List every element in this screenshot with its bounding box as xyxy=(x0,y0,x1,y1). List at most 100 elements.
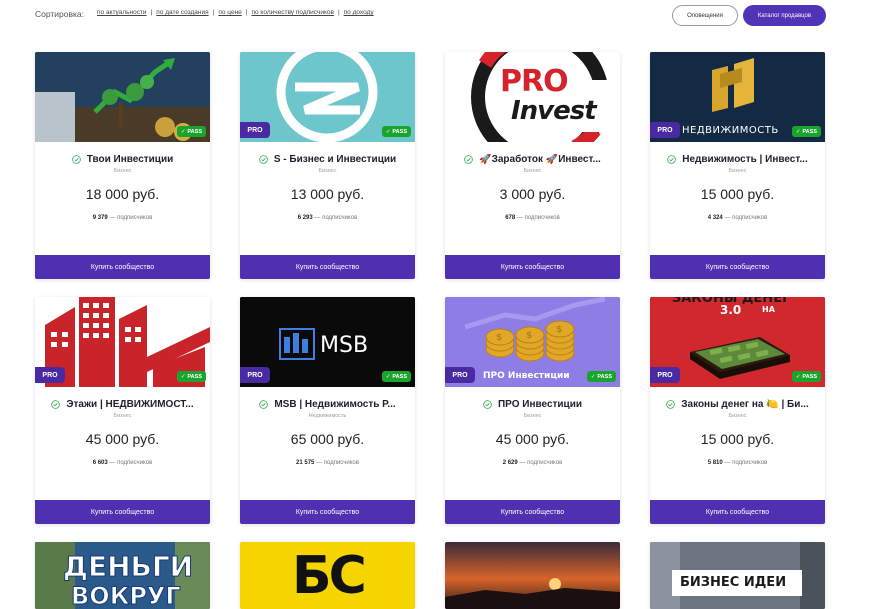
card-price: 15 000 руб. xyxy=(700,431,775,447)
card-subscribers: 678 — подписчиков xyxy=(505,215,560,221)
card-title[interactable]: Законы денег на 🍋 | Би... xyxy=(681,399,808,410)
community-card: $ $ $ ПРО Инвестиции PRO ✓ PASS ПРО Инвести… xyxy=(445,297,620,524)
pass-badge: ✓ PASS xyxy=(176,126,206,137)
card-category: Бизнес xyxy=(523,413,542,419)
community-card: НЕДВИЖИМОСТЬ PRO ✓ PASS Недвижимость | Ин… xyxy=(650,52,825,279)
verified-icon xyxy=(71,155,81,164)
verified-icon xyxy=(667,155,677,164)
card-category: Бизнес xyxy=(113,413,132,419)
check-icon: ✓ xyxy=(180,128,186,135)
card-title-row: Законы денег на 🍋 | Би... xyxy=(650,399,825,410)
community-card: PRO Invest 🚀Заработок 🚀Инвест... Бизнес … xyxy=(445,52,620,279)
pass-badge: ✓ PASS xyxy=(791,371,821,382)
card-category: Бизнес xyxy=(113,168,132,174)
card-category: Бизнес xyxy=(728,168,747,174)
card-subscribers: 2 629 — подписчиков xyxy=(502,460,563,466)
pro-badge: PRO xyxy=(240,367,270,383)
community-card: PRO ✓ PASS Этажи | НЕДВИЖИМОСТ... Бизнес … xyxy=(35,297,210,524)
svg-text:$: $ xyxy=(556,325,562,335)
card-title[interactable]: S - Бизнес и Инвестиции xyxy=(274,154,396,165)
pro-badge: PRO xyxy=(650,122,680,138)
card-subscribers: 6 603 — подписчиков xyxy=(92,460,153,466)
card-price: 18 000 руб. xyxy=(85,186,160,202)
pass-badge: ✓ PASS xyxy=(176,371,206,382)
sort-options: по актуальности | по дате создания | по … xyxy=(97,9,374,16)
card-title[interactable]: MSB | Недвижимость Р... xyxy=(274,399,395,410)
pro-badge: PRO xyxy=(35,367,65,383)
card-subscribers: 9 379 — подписчиков xyxy=(92,215,153,221)
logo-text: 3.0 xyxy=(720,303,742,317)
check-icon: ✓ xyxy=(795,128,801,135)
card-title[interactable]: ПРО Инвестиции xyxy=(498,399,582,410)
svg-text:$: $ xyxy=(496,333,502,343)
toolbar: Сортировка: по актуальности | по дате со… xyxy=(35,0,826,36)
community-card: PRO ✓ PASS S - Бизнес и Инвестиции Бизнес… xyxy=(240,52,415,279)
card-title-row: S - Бизнес и Инвестиции xyxy=(240,154,415,165)
logo-text: MSB xyxy=(320,333,369,358)
check-icon: ✓ xyxy=(180,373,186,380)
community-card: БС xyxy=(240,542,415,609)
logo-text: ПРО Инвестиции xyxy=(483,371,570,381)
card-image xyxy=(445,542,620,609)
logo-text: НА xyxy=(762,305,775,314)
sort-label: Сортировка: xyxy=(35,9,85,19)
sort-by-income[interactable]: по доходу xyxy=(344,9,374,16)
buy-community-button[interactable]: Купить сообщество xyxy=(445,500,620,524)
buy-community-button[interactable]: Купить сообщество xyxy=(35,255,210,279)
verified-icon xyxy=(51,400,61,409)
buy-community-button[interactable]: Купить сообщество xyxy=(650,500,825,524)
card-title-row: ПРО Инвестиции xyxy=(445,399,620,410)
separator: | xyxy=(150,9,153,16)
card-image: PRO Invest xyxy=(445,52,620,142)
card-title[interactable]: Недвижимость | Инвест... xyxy=(682,154,807,165)
card-subscribers: 6 293 — подписчиков xyxy=(297,215,358,221)
card-price: 45 000 руб. xyxy=(85,431,160,447)
separator: | xyxy=(337,9,340,16)
pass-badge: ✓ PASS xyxy=(381,371,411,382)
sort-by-date[interactable]: по дате создания xyxy=(156,9,208,16)
card-price: 15 000 руб. xyxy=(700,186,775,202)
pass-badge: ✓ PASS xyxy=(586,371,616,382)
card-image: БИЗНЕС ИДЕИ xyxy=(650,542,825,609)
buy-community-button[interactable]: Купить сообщество xyxy=(240,255,415,279)
card-subscribers: 5 810 — подписчиков xyxy=(707,460,768,466)
buy-community-button[interactable]: Купить сообщество xyxy=(35,500,210,524)
card-subscribers: 21 575 — подписчиков xyxy=(296,460,359,466)
check-icon: ✓ xyxy=(590,373,596,380)
verified-icon xyxy=(666,400,676,409)
logo-text: БС xyxy=(292,546,367,606)
pass-badge: ✓ PASS xyxy=(791,126,821,137)
sort-by-price[interactable]: по цене xyxy=(218,9,241,16)
buy-community-button[interactable]: Купить сообщество xyxy=(240,500,415,524)
buy-community-button[interactable]: Купить сообщество xyxy=(445,255,620,279)
card-price: 45 000 руб. xyxy=(495,431,570,447)
sunset-illustration xyxy=(445,542,620,609)
card-title[interactable]: Этажи | НЕДВИЖИМОСТ... xyxy=(66,399,193,410)
logo-text: PRO xyxy=(500,64,569,99)
pro-badge: PRO xyxy=(650,367,680,383)
card-subscribers: 4 324 — подписчиков xyxy=(707,215,768,221)
community-card: БИЗНЕС ИДЕИ xyxy=(650,542,825,609)
sort-by-relevance[interactable]: по актуальности xyxy=(97,9,147,16)
card-category: Бизнес xyxy=(728,413,747,419)
card-image: ДЕНЬГИ ВОКРУГ xyxy=(35,542,210,609)
card-title-row: Твои Инвестиции xyxy=(35,154,210,165)
card-title[interactable]: 🚀Заработок 🚀Инвест... xyxy=(479,154,601,165)
logo-text: ВОКРУГ xyxy=(71,582,182,609)
verified-icon xyxy=(259,155,268,164)
sort-by-subscribers[interactable]: по количеству подписчиков xyxy=(251,9,333,16)
pass-badge: ✓ PASS xyxy=(381,126,411,137)
logo-text: ДЕНЬГИ xyxy=(62,550,194,584)
pro-badge: PRO xyxy=(240,122,270,138)
card-title-row: Недвижимость | Инвест... xyxy=(650,154,825,165)
notifications-button[interactable]: Оповещения xyxy=(672,5,738,26)
card-title-row: MSB | Недвижимость Р... xyxy=(240,399,415,410)
check-icon: ✓ xyxy=(795,373,801,380)
buy-community-button[interactable]: Купить сообщество xyxy=(650,255,825,279)
logo-text: НЕДВИЖИМОСТЬ xyxy=(682,125,779,136)
card-title[interactable]: Твои Инвестиции xyxy=(87,154,174,165)
card-title-row: Этажи | НЕДВИЖИМОСТ... xyxy=(35,399,210,410)
community-card: MSB PRO ✓ PASS MSB | Недвижимость Р... Не… xyxy=(240,297,415,524)
seller-catalog-button[interactable]: Каталог продавцов xyxy=(743,5,826,26)
community-card: ЗАКОНЫ ДЕНЕГ 3.0 НА PRO ✓ PASS Законы ден… xyxy=(650,297,825,524)
